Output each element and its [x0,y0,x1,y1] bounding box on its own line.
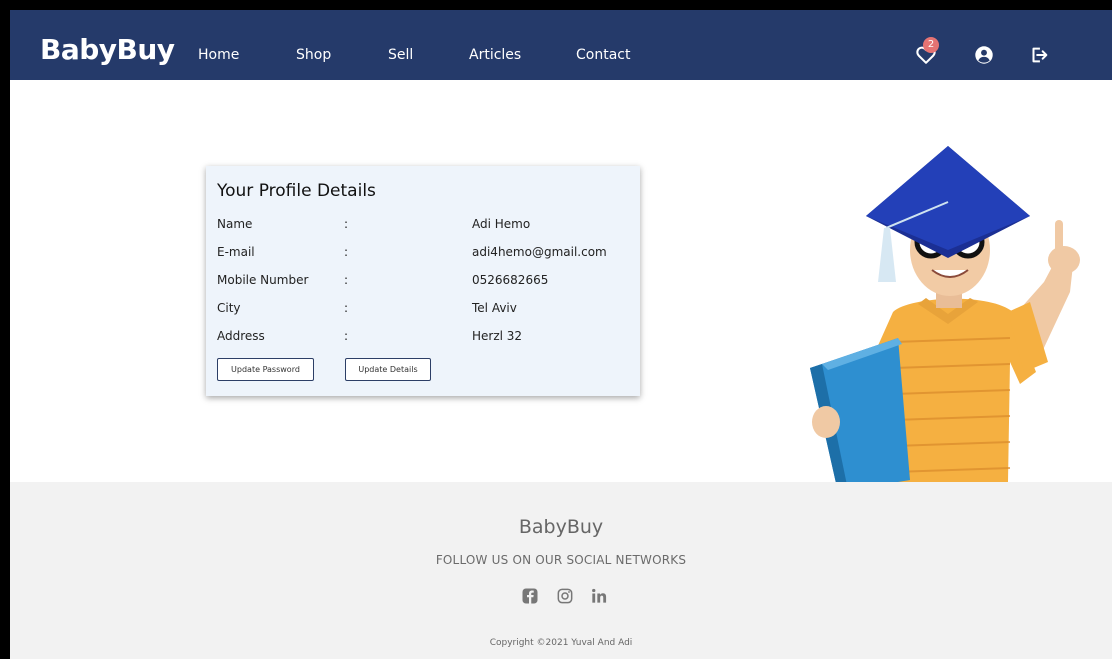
profile-title: Your Profile Details [217,181,376,201]
page: BabyBuy Home Shop Sell Articles Contact … [10,10,1112,659]
linkedin-icon[interactable] [589,586,609,606]
row-value: Herzl 32 [472,329,523,343]
footer-brand: BabyBuy [518,516,604,538]
row-label: E-mail [217,245,255,259]
row-value: 0526682665 [472,273,549,287]
logout-icon[interactable] [1028,44,1050,66]
profile-row-address: Address : Herzl 32 [206,329,640,349]
wishlist-count-badge: 2 [923,37,939,53]
profile-row-mobile: Mobile Number : 0526682665 [206,273,640,293]
nav-home[interactable]: Home [198,48,239,62]
navbar: BabyBuy Home Shop Sell Articles Contact … [10,10,1112,80]
row-value: Adi Hemo [472,217,531,231]
profile-card: Your Profile Details Name : Adi Hemo E-m… [206,166,640,396]
update-password-button[interactable]: Update Password [217,358,314,381]
row-separator: : [344,301,349,315]
profile-row-email: E-mail : adi4hemo@gmail.com [206,245,640,265]
row-separator: : [344,273,349,287]
copyright-text: Copyright ©2021 Yuval And Adi [489,638,633,648]
facebook-icon[interactable] [520,586,540,606]
brand-logo[interactable]: BabyBuy [40,36,175,64]
profile-row-city: City : Tel Aviv [206,301,640,321]
update-details-button[interactable]: Update Details [345,358,431,381]
row-label: Name [217,217,253,231]
instagram-icon[interactable] [555,586,575,606]
row-value: adi4hemo@gmail.com [472,245,607,259]
row-separator: : [344,329,349,343]
graduate-kid-illustration [810,146,1080,482]
row-value: Tel Aviv [472,301,517,315]
user-icon[interactable] [973,44,995,66]
row-label: City [217,301,241,315]
nav-shop[interactable]: Shop [296,48,331,62]
nav-sell[interactable]: Sell [388,48,413,62]
row-separator: : [344,245,349,259]
row-label: Address [217,329,265,343]
nav-contact[interactable]: Contact [576,48,630,62]
row-label: Mobile Number [217,273,309,287]
profile-row-name: Name : Adi Hemo [206,217,640,237]
footer: BabyBuy FOLLOW US ON OUR SOCIAL NETWORKS… [10,482,1112,659]
nav-articles[interactable]: Articles [469,48,521,62]
row-separator: : [344,217,349,231]
footer-follow-text: FOLLOW US ON OUR SOCIAL NETWORKS [435,553,687,567]
